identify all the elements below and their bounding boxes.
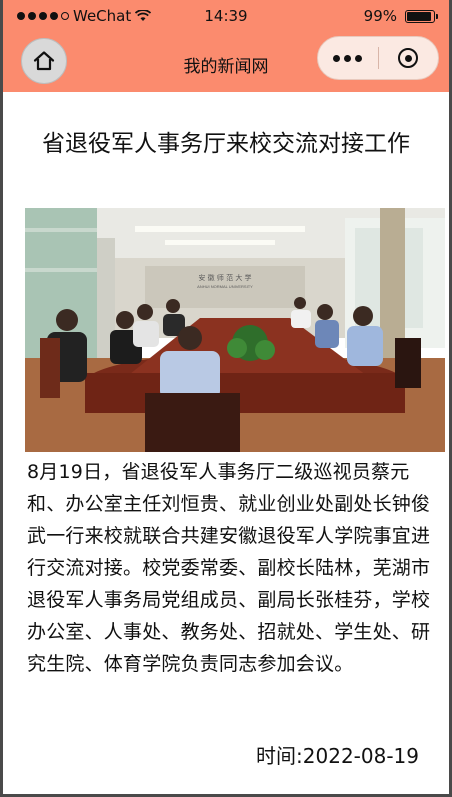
article: 省退役军人事务厅来校交流对接工作 安 徽 师 范 大 学 ANHUI NORMA… [3,92,449,768]
more-button[interactable] [318,37,378,79]
meeting-room-image: 安 徽 师 范 大 学 ANHUI NORMAL UNIVERSITY [25,208,445,452]
more-dots-icon [333,54,363,62]
publish-date-value: 2022-08-19 [302,744,419,768]
battery-percent: 99% [363,7,397,25]
article-body: 8月19日，省退役军人事务厅二级巡视员蔡元和、办公室主任刘恒贵、就业创业处副处长… [27,461,431,675]
top-bar: WeChat 14:39 99% 我的新闻网 [3,0,449,92]
phone-screen: WeChat 14:39 99% 我的新闻网 省退役军人事务厅来校交流对接工作 … [0,0,452,797]
nav-bar: 我的新闻网 [3,34,449,92]
article-photo: 安 徽 师 范 大 学 ANHUI NORMAL UNIVERSITY [25,208,445,452]
battery-icon [405,9,438,23]
article-title: 省退役军人事务厅来校交流对接工作 [42,131,410,157]
target-icon [398,48,419,68]
status-bar: WeChat 14:39 99% [3,0,449,34]
photo-sign-text: ANHUI NORMAL UNIVERSITY [197,284,253,289]
publish-date-label: 时间 [256,744,303,768]
publish-date: 时间2022-08-19 [256,740,419,769]
close-button[interactable] [379,37,439,79]
status-right: 99% [363,7,438,25]
mini-program-capsule [317,36,439,80]
svg-text:安 徽 师 范 大 学: 安 徽 师 范 大 学 [198,273,251,282]
